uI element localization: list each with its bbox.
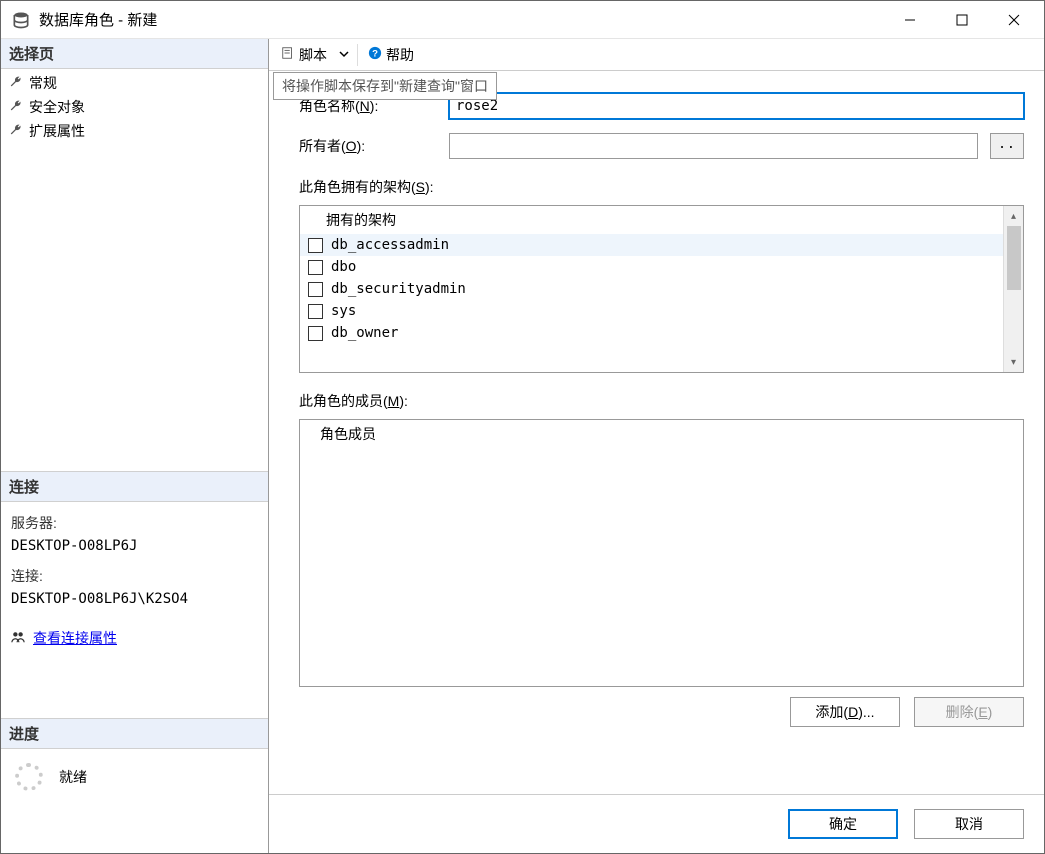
script-dropdown[interactable]	[335, 45, 353, 64]
close-button[interactable]	[988, 4, 1040, 36]
checkbox[interactable]	[308, 260, 323, 275]
schema-row[interactable]: db_owner	[300, 322, 1003, 344]
wrench-icon	[9, 123, 23, 140]
server-value: DESKTOP-O08LP6J	[11, 535, 258, 557]
checkbox[interactable]	[308, 304, 323, 319]
people-icon	[11, 630, 25, 647]
schema-name: db_owner	[331, 325, 398, 341]
sidebar-item-label: 安全对象	[29, 97, 85, 117]
schema-name: db_securityadmin	[331, 281, 466, 297]
wrench-icon	[9, 99, 23, 116]
add-button[interactable]: 添加(D)...	[790, 697, 900, 727]
owner-browse-button[interactable]: ..	[990, 133, 1024, 159]
scroll-up-icon[interactable]: ▴	[1004, 206, 1023, 226]
members-column-header: 角色成员	[300, 420, 1023, 448]
ok-button[interactable]: 确定	[788, 809, 898, 839]
schema-row[interactable]: db_securityadmin	[300, 278, 1003, 300]
checkbox[interactable]	[308, 282, 323, 297]
script-label: 脚本	[299, 45, 327, 65]
sidebar: 选择页 常规 安全对象 扩展属性 连接 服务器: DESKTOP-O08LP6J	[1, 39, 269, 853]
dialog-window: 数据库角色 - 新建 选择页 常规 安全对象 扩展属性	[0, 0, 1045, 854]
view-connection-row: 查看连接属性	[1, 618, 268, 658]
schemas-section-label: 此角色拥有的架构(S):	[299, 177, 1024, 197]
wrench-icon	[9, 75, 23, 92]
sidebar-item-label: 常规	[29, 73, 57, 93]
sidebar-item-extended[interactable]: 扩展属性	[1, 119, 268, 143]
schema-name: sys	[331, 303, 356, 319]
progress-box: 就绪	[1, 749, 268, 793]
scroll-down-icon[interactable]: ▾	[1004, 352, 1023, 372]
connection-value: DESKTOP-O08LP6J\K2SO4	[11, 588, 258, 610]
help-button[interactable]: ? 帮助	[362, 43, 420, 67]
database-icon	[11, 10, 31, 30]
members-listbox: 角色成员	[299, 419, 1024, 687]
sidebar-item-label: 扩展属性	[29, 121, 85, 141]
titlebar: 数据库角色 - 新建	[1, 1, 1044, 39]
schemas-column-header: 拥有的架构	[300, 206, 1003, 234]
schema-name: db_accessadmin	[331, 237, 449, 253]
help-label: 帮助	[386, 45, 414, 65]
role-name-input[interactable]	[449, 93, 1024, 119]
sidebar-item-securables[interactable]: 安全对象	[1, 95, 268, 119]
svg-text:?: ?	[372, 49, 378, 60]
script-tooltip: 将操作脚本保存到"新建查询"窗口	[273, 72, 497, 100]
connection-label: 连接:	[11, 565, 258, 587]
sidebar-item-general[interactable]: 常规	[1, 71, 268, 95]
connection-header: 连接	[1, 471, 268, 502]
cancel-button[interactable]: 取消	[914, 809, 1024, 839]
schema-row[interactable]: db_accessadmin	[300, 234, 1003, 256]
schema-name: dbo	[331, 259, 356, 275]
owner-label: 所有者(O):	[299, 136, 449, 156]
server-label: 服务器:	[11, 512, 258, 534]
dialog-footer: 确定 取消	[269, 794, 1044, 853]
scroll-thumb[interactable]	[1007, 226, 1021, 290]
select-page-header: 选择页	[1, 39, 268, 69]
progress-header: 进度	[1, 718, 268, 749]
script-button[interactable]: 脚本	[275, 43, 333, 67]
schema-row[interactable]: dbo	[300, 256, 1003, 278]
members-section-label: 此角色的成员(M):	[299, 391, 1024, 411]
remove-button: 删除(E)	[914, 697, 1024, 727]
window-title: 数据库角色 - 新建	[39, 9, 884, 30]
progress-status: 就绪	[59, 767, 87, 787]
owner-input[interactable]	[449, 133, 978, 159]
page-list: 常规 安全对象 扩展属性	[1, 69, 268, 471]
script-icon	[281, 46, 295, 63]
main-panel: 脚本 ? 帮助 将操作脚本保存到"新建查询"窗口 角色名称(N):	[269, 39, 1044, 853]
schema-row[interactable]: sys	[300, 300, 1003, 322]
view-connection-props-link[interactable]: 查看连接属性	[33, 628, 117, 648]
form-content: 角色名称(N): 所有者(O): .. 此角色拥有的架构(S): 拥有	[269, 71, 1044, 794]
spinner-icon	[15, 763, 43, 791]
toolbar: 脚本 ? 帮助	[269, 39, 1044, 71]
help-icon: ?	[368, 46, 382, 63]
chevron-down-icon	[339, 49, 349, 59]
checkbox[interactable]	[308, 326, 323, 341]
maximize-button[interactable]	[936, 4, 988, 36]
schemas-listbox: 拥有的架构 db_accessadmin dbo db_securityadmi…	[299, 205, 1024, 373]
minimize-button[interactable]	[884, 4, 936, 36]
connection-info: 服务器: DESKTOP-O08LP6J 连接: DESKTOP-O08LP6J…	[1, 502, 268, 618]
checkbox[interactable]	[308, 238, 323, 253]
separator	[357, 44, 358, 66]
scrollbar[interactable]: ▴ ▾	[1003, 206, 1023, 372]
